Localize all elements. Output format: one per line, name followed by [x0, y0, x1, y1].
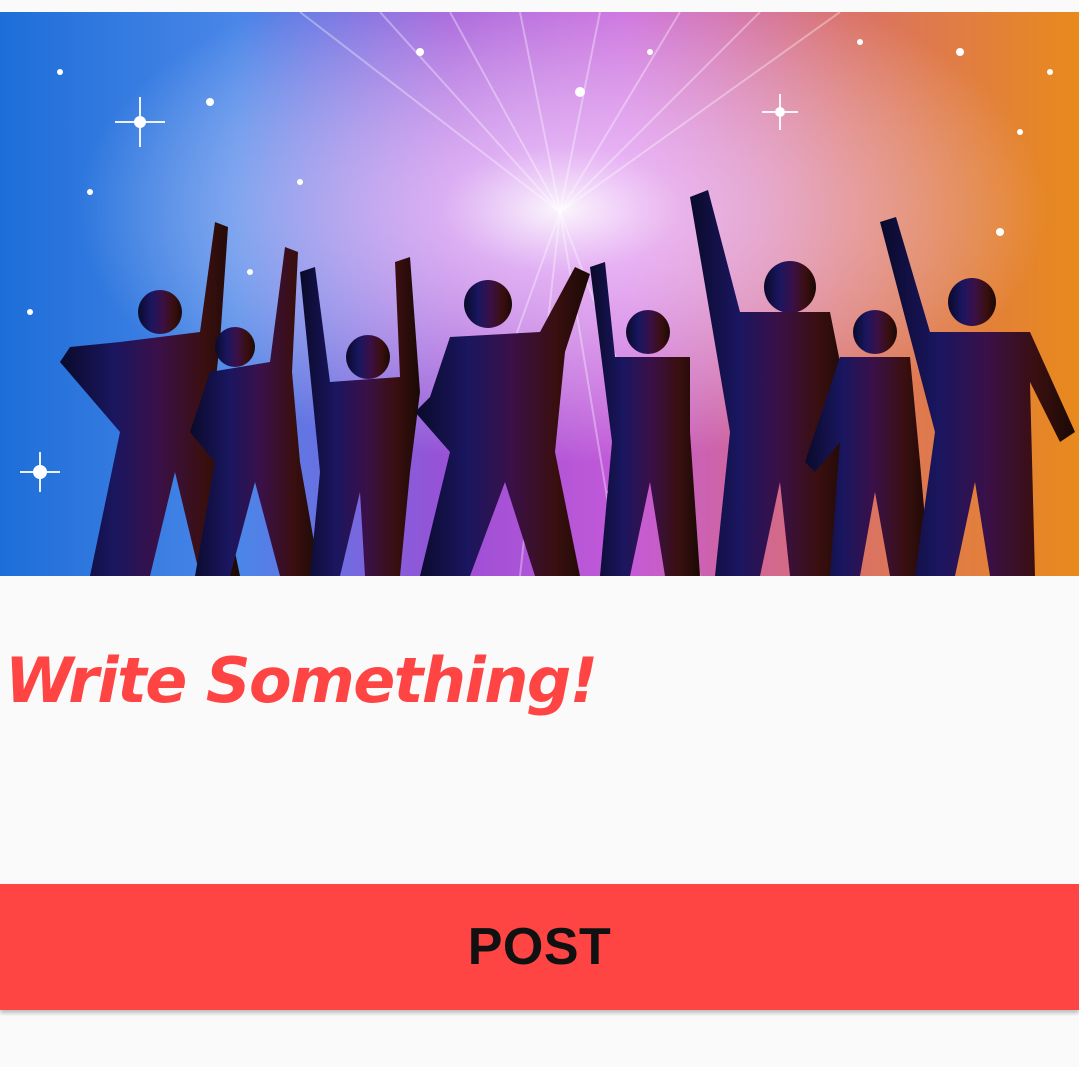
post-button[interactable]: POST [0, 884, 1079, 1010]
post-button-label: POST [467, 918, 612, 976]
hero-image [0, 12, 1079, 576]
post-text-placeholder: Write Something! [5, 644, 598, 717]
post-composer-screen: Write Something! POST [0, 0, 1079, 1067]
party-dancers-illustration [0, 12, 1079, 576]
status-bar-area [0, 0, 1079, 12]
